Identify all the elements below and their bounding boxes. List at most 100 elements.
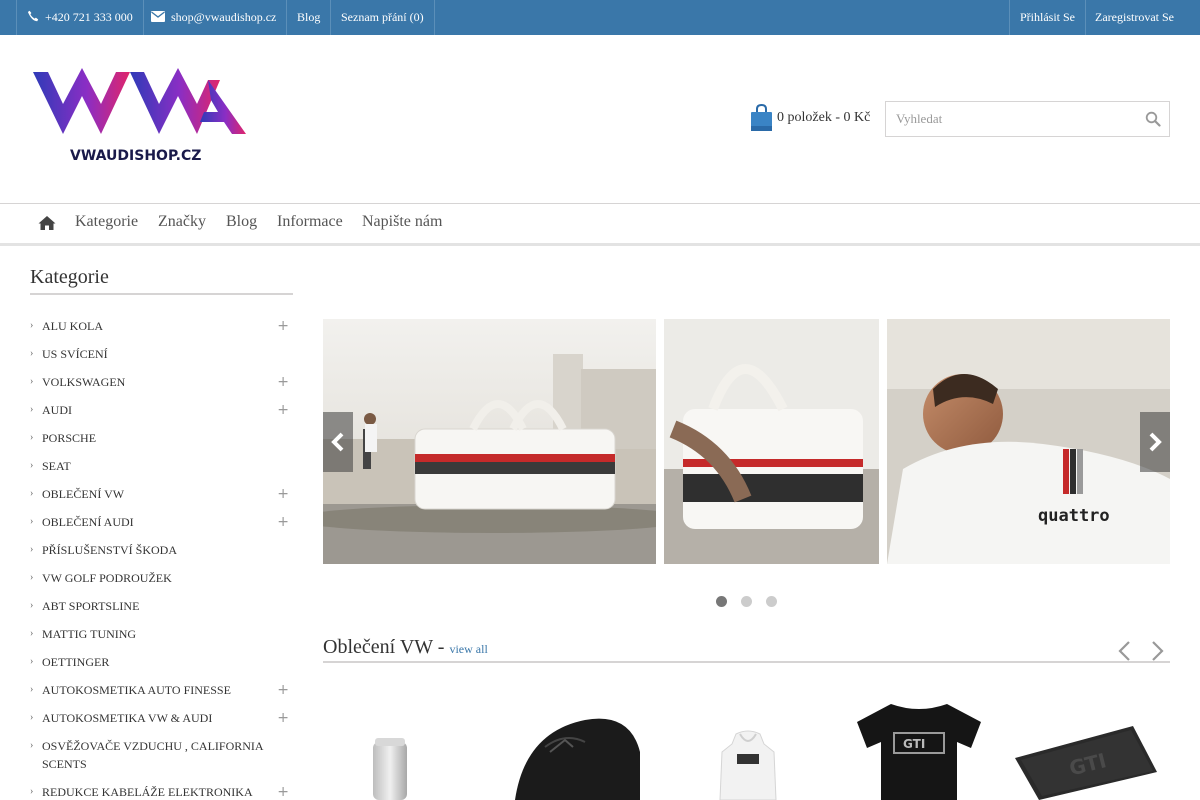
sidebar-category-item[interactable]: › OBLEČENÍ VW + [30, 485, 293, 503]
main-nav: Kategorie Značky Blog Informace Napište … [0, 203, 1200, 246]
sidebar-category-label: AUTOKOSMETIKA VW & AUDI [42, 711, 213, 725]
sidebar-category-label: OSVĚŽOVAČE VZDUCHU , CALIFORNIA SCENTS [42, 739, 263, 771]
expand-plus-icon[interactable]: + [277, 317, 289, 335]
login-link[interactable]: Přihlásit Se [1009, 0, 1087, 35]
chevron-left-icon [331, 432, 344, 452]
sidebar-category-label: OBLEČENÍ AUDI [42, 515, 134, 529]
sidebar-category-item[interactable]: › OETTINGER [30, 653, 293, 671]
sidebar-category-item[interactable]: › SEAT [30, 457, 293, 475]
expand-plus-icon[interactable]: + [277, 401, 289, 419]
login-label: Přihlásit Se [1020, 10, 1076, 24]
expand-plus-icon[interactable]: + [277, 783, 289, 800]
sidebar-category-item[interactable]: › PORSCHE [30, 429, 293, 447]
sidebar-category-label: SEAT [42, 459, 71, 473]
nav-item-kategorie[interactable]: Kategorie [75, 213, 138, 231]
sidebar-category-item[interactable]: › OSVĚŽOVAČE VZDUCHU , CALIFORNIA SCENTS [30, 737, 293, 773]
section-title-text: Oblečení VW - [323, 636, 450, 658]
expand-plus-icon[interactable]: + [277, 681, 289, 699]
sidebar-title: Kategorie [30, 266, 109, 288]
chevron-right-icon: › [30, 600, 34, 611]
chevron-right-icon: › [30, 376, 34, 387]
sidebar-category-item[interactable]: › OBLEČENÍ AUDI + [30, 513, 293, 531]
sidebar-category-item[interactable]: › AUDI + [30, 401, 293, 419]
slider-dot[interactable] [716, 596, 727, 607]
view-all-link[interactable]: view all [449, 642, 487, 656]
sidebar-category-item[interactable]: › VW GOLF PODROUŽEK [30, 569, 293, 587]
blog-link[interactable]: Blog [287, 0, 332, 35]
shopping-bag-icon [751, 104, 772, 131]
section-title: Oblečení VW - view all [323, 636, 488, 659]
product-air-freshener[interactable] [365, 730, 415, 800]
blog-label: Blog [297, 10, 321, 24]
product-gti-floor-mat[interactable]: GTI [1015, 724, 1160, 800]
section-divider [323, 661, 1170, 663]
sidebar-category-item[interactable]: › ABT SPORTSLINE [30, 597, 293, 615]
wishlist-link[interactable]: Seznam přání (0) [331, 0, 435, 35]
email-contact[interactable]: shop@vwaudishop.cz [141, 0, 288, 35]
chevron-right-icon: › [30, 740, 34, 751]
tshirt-print-text: GTI [903, 737, 925, 751]
sidebar-category-item[interactable]: › REDUKCE KABELÁŽE ELEKTRONIKA + [30, 783, 293, 800]
sidebar-category-item[interactable]: › AUTOKOSMETIKA VW & AUDI + [30, 709, 293, 727]
chevron-right-icon: › [30, 786, 34, 797]
sidebar-category-item[interactable]: › AUTOKOSMETIKA AUTO FINESSE + [30, 681, 293, 699]
sidebar-category-label: REDUKCE KABELÁŽE ELEKTRONIKA [42, 785, 253, 799]
chevron-right-icon: › [30, 516, 34, 527]
nav-item-blog[interactable]: Blog [226, 213, 257, 231]
sidebar-category-label: US SVÍCENÍ [42, 347, 108, 361]
sidebar-category-item[interactable]: › ALU KOLA + [30, 317, 293, 335]
chevron-right-icon [1149, 432, 1162, 452]
hero-slider[interactable]: quattro [323, 319, 1170, 564]
phone-contact[interactable]: +420 721 333 000 [16, 0, 144, 35]
sidebar-category-label: ABT SPORTSLINE [42, 599, 140, 613]
expand-plus-icon[interactable]: + [277, 513, 289, 531]
search-input[interactable] [886, 102, 1136, 136]
chevron-right-icon: › [30, 432, 34, 443]
register-link[interactable]: Zaregistrovat Se [1085, 0, 1184, 35]
phone-number: +420 721 333 000 [45, 10, 133, 24]
wishlist-label: Seznam přání (0) [341, 10, 424, 24]
sidebar-category-label: AUTOKOSMETIKA AUTO FINESSE [42, 683, 231, 697]
slider-prev-button[interactable] [323, 412, 353, 472]
expand-plus-icon[interactable]: + [277, 485, 289, 503]
sidebar-category-label: OBLEČENÍ VW [42, 487, 125, 501]
product-black-cap[interactable] [505, 712, 645, 800]
chevron-right-icon: › [30, 684, 34, 695]
chevron-right-icon: › [30, 488, 34, 499]
envelope-icon [151, 11, 165, 22]
sidebar-divider [30, 293, 293, 295]
carousel-next-icon[interactable] [1149, 640, 1165, 662]
expand-plus-icon[interactable]: + [277, 373, 289, 391]
sidebar-category-label: ALU KOLA [42, 319, 103, 333]
email-address: shop@vwaudishop.cz [171, 10, 277, 24]
product-white-hoodie[interactable] [718, 730, 778, 800]
chevron-right-icon: › [30, 320, 34, 331]
sidebar-category-label: AUDI [42, 403, 72, 417]
nav-item-napiste-nam[interactable]: Napište nám [362, 213, 442, 231]
nav-item-znacky[interactable]: Značky [158, 213, 206, 231]
chevron-right-icon: › [30, 404, 34, 415]
sidebar-category-item[interactable]: › PŘÍSLUŠENSTVÍ ŠKODA [30, 541, 293, 559]
slider-dot[interactable] [741, 596, 752, 607]
sidebar-category-item[interactable]: › MATTIG TUNING [30, 625, 293, 643]
top-bar: +420 721 333 000 shop@vwaudishop.cz Blog… [0, 0, 1200, 35]
chevron-right-icon: › [30, 348, 34, 359]
sidebar-category-label: PŘÍSLUŠENSTVÍ ŠKODA [42, 543, 178, 557]
carousel-prev-icon[interactable] [1117, 640, 1133, 662]
chevron-right-icon: › [30, 544, 34, 555]
nav-item-informace[interactable]: Informace [277, 213, 343, 231]
sidebar-category-item[interactable]: › VOLKSWAGEN + [30, 373, 293, 391]
product-gti-tshirt[interactable]: GTI [853, 700, 985, 800]
search-icon[interactable] [1145, 111, 1161, 127]
sidebar-category-label: VOLKSWAGEN [42, 375, 126, 389]
site-logo[interactable]: VWAUDISHOP.CZ [30, 66, 250, 166]
slider-next-button[interactable] [1140, 412, 1170, 472]
chevron-right-icon: › [30, 460, 34, 471]
home-icon[interactable] [38, 215, 56, 231]
sidebar-category-item[interactable]: › US SVÍCENÍ [30, 345, 293, 363]
slide-quattro-text: quattro [1038, 506, 1110, 526]
sidebar-category-label: OETTINGER [42, 655, 110, 669]
expand-plus-icon[interactable]: + [277, 709, 289, 727]
register-label: Zaregistrovat Se [1095, 10, 1174, 24]
slider-dot[interactable] [766, 596, 777, 607]
